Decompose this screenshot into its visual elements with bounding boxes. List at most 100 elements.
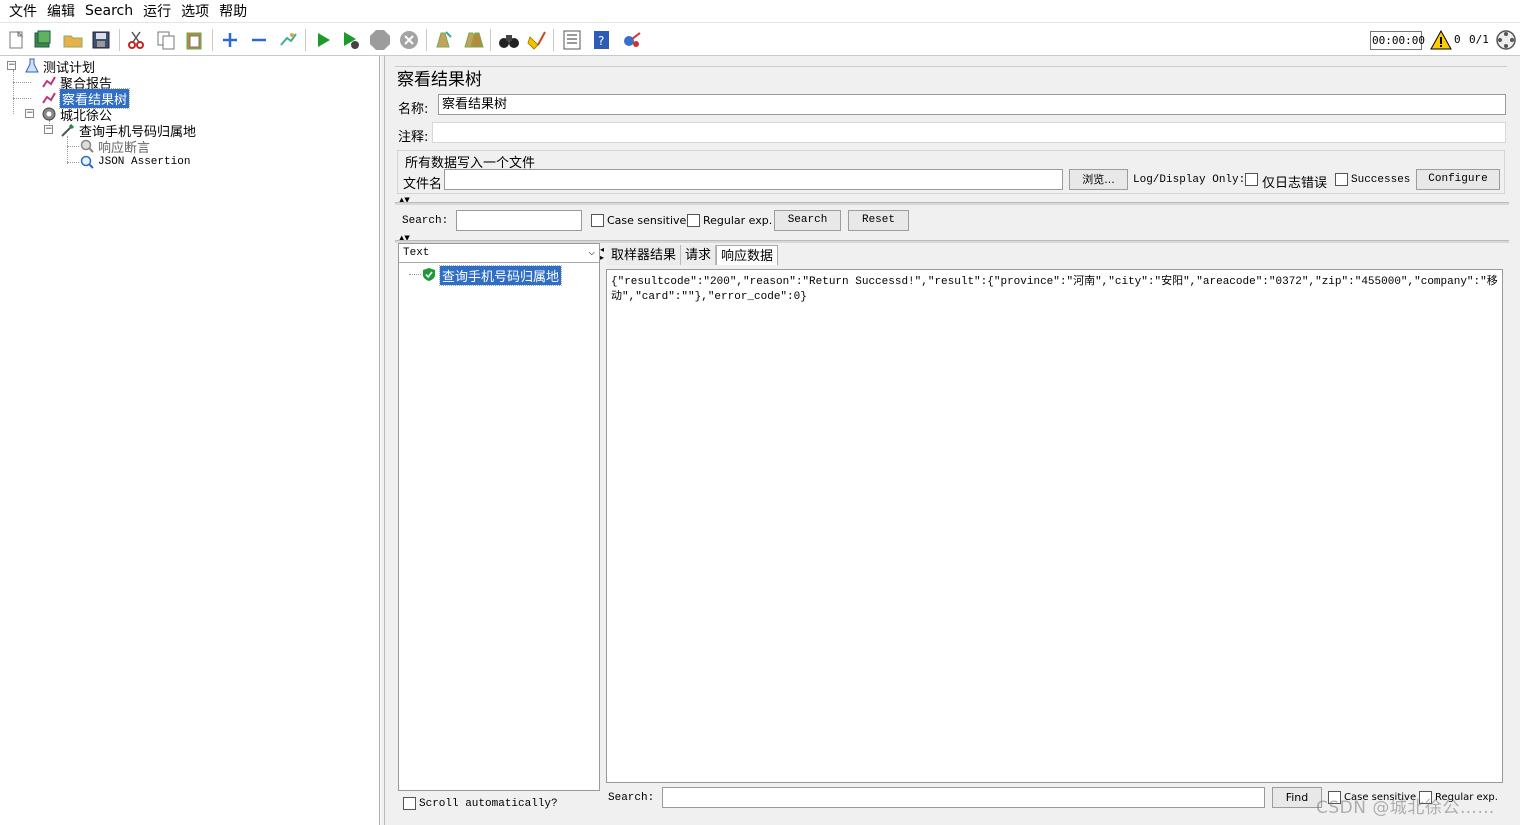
help-icon[interactable]: ?	[590, 28, 614, 52]
renderer-value: Text	[403, 247, 430, 259]
warning-count: 0	[1454, 33, 1461, 46]
regular-exp-label: Regular exp.	[703, 214, 773, 227]
menu-options[interactable]: 选项	[176, 1, 214, 21]
errors-only-label: 仅日志错误	[1262, 176, 1328, 191]
filename-label: 文件名	[403, 177, 443, 192]
toolbar-separator	[553, 29, 554, 51]
start-no-pauses-icon[interactable]	[339, 28, 363, 52]
case-sensitive-checkbox[interactable]	[591, 214, 604, 227]
clear-all-icon[interactable]	[461, 28, 485, 52]
configure-button[interactable]: Configure	[1416, 169, 1500, 190]
svg-text:?: ?	[598, 34, 604, 48]
binoculars-icon[interactable]	[497, 28, 521, 52]
errors-only-checkbox[interactable]	[1245, 173, 1258, 186]
menu-help[interactable]: 帮助	[214, 1, 252, 21]
menu-edit[interactable]: 编辑	[42, 1, 80, 21]
tree-node-json-assertion[interactable]: JSON Assertion	[79, 154, 190, 170]
tree-connector	[13, 82, 31, 83]
successes-checkbox[interactable]	[1335, 173, 1348, 186]
panel-title: 察看结果树	[395, 66, 1507, 92]
response-data-text[interactable]: {"resultcode":"200","reason":"Return Suc…	[606, 269, 1503, 783]
tree-connector	[67, 136, 68, 164]
horizontal-divider[interactable]	[395, 202, 1509, 205]
scroll-automatically-checkbox[interactable]	[403, 797, 416, 810]
graph-icon	[41, 74, 57, 90]
find-button[interactable]: Find	[1272, 787, 1322, 808]
search-input[interactable]	[456, 210, 582, 231]
save-icon[interactable]	[89, 28, 113, 52]
watermark: CSDN @城北徐公……	[1316, 798, 1495, 818]
open-icon[interactable]	[61, 28, 85, 52]
filename-field[interactable]	[444, 169, 1063, 190]
tab-response-data[interactable]: 响应数据	[716, 245, 779, 265]
success-shield-icon	[422, 267, 436, 286]
flask-icon	[24, 58, 40, 74]
magnifier-icon	[79, 138, 95, 154]
regular-exp-checkbox[interactable]	[687, 214, 700, 227]
result-tabs: 取样器结果 请求 响应数据	[607, 245, 779, 265]
reset-search-icon[interactable]	[525, 28, 549, 52]
toolbar-separator	[119, 29, 120, 51]
toggle-icon[interactable]	[276, 28, 300, 52]
tree-node-label: 响应断言	[98, 140, 151, 156]
tree-connector	[409, 274, 421, 275]
tree-node-response-assertion[interactable]: 响应断言	[79, 138, 151, 156]
tree-connector	[67, 162, 79, 163]
thread-ratio: 0/1	[1469, 33, 1489, 46]
tab-request[interactable]: 请求	[681, 245, 717, 265]
pipette-icon	[60, 122, 76, 138]
graph-icon	[41, 90, 57, 106]
start-icon[interactable]	[311, 28, 335, 52]
stop-icon[interactable]	[368, 28, 392, 52]
tree-collapse-toggle[interactable]: −	[44, 125, 53, 134]
split-arrows-icon[interactable]: ◂ ▸	[600, 246, 604, 262]
remote-icon[interactable]	[619, 28, 643, 52]
test-plan-tree: − 测试计划 聚合报告 察看结果树 − 城北徐公 − 查询手机号码归属地 响应断…	[0, 56, 380, 825]
toolbar: ? 00:00:00 0 0/1	[0, 22, 1520, 56]
gear-icon	[41, 106, 57, 122]
search-label: Search:	[402, 215, 449, 227]
results-list: Text ⌵ 查询手机号码归属地	[398, 243, 600, 791]
elapsed-timer: 00:00:00	[1370, 31, 1425, 50]
tree-connector	[13, 98, 31, 99]
status-indicator-icon	[1494, 28, 1518, 52]
scroll-automatically-label: Scroll automatically?	[419, 798, 558, 810]
toolbar-separator	[490, 29, 491, 51]
successes-label: Successes	[1351, 174, 1411, 186]
menu-bar: 文件 编辑 Search 运行 选项 帮助	[0, 0, 1520, 22]
sample-result-item[interactable]: 查询手机号码归属地	[438, 265, 563, 286]
name-label: 名称:	[398, 102, 429, 117]
cut-icon[interactable]	[124, 28, 148, 52]
menu-search[interactable]: Search	[80, 3, 138, 19]
new-icon[interactable]	[4, 28, 28, 52]
toolbar-separator	[212, 29, 213, 51]
renderer-select[interactable]: Text ⌵	[399, 244, 599, 263]
expand-icon[interactable]	[218, 28, 242, 52]
warning-icon[interactable]	[1429, 28, 1453, 52]
tree-collapse-toggle[interactable]: −	[25, 109, 34, 118]
function-helper-icon[interactable]	[560, 28, 584, 52]
clear-icon[interactable]	[431, 28, 455, 52]
search-button[interactable]: Search	[774, 210, 841, 231]
tab-sampler-result[interactable]: 取样器结果	[607, 245, 682, 265]
scroll-automatically-row: Scroll automatically?	[398, 793, 600, 815]
browse-button[interactable]: 浏览...	[1069, 169, 1128, 190]
tree-connector	[67, 146, 79, 147]
menu-file[interactable]: 文件	[4, 1, 42, 21]
reset-button[interactable]: Reset	[848, 210, 909, 231]
comment-field[interactable]	[432, 122, 1506, 143]
menu-run[interactable]: 运行	[138, 1, 176, 21]
tree-node-label: JSON Assertion	[98, 156, 191, 168]
paste-icon[interactable]	[182, 28, 206, 52]
templates-icon[interactable]	[31, 28, 55, 52]
collapse-icon[interactable]	[247, 28, 271, 52]
name-field[interactable]: 察看结果树	[438, 94, 1506, 115]
comment-label: 注释:	[398, 130, 429, 145]
magnifier-icon	[79, 154, 95, 170]
response-search-input[interactable]	[662, 787, 1265, 808]
shutdown-icon[interactable]	[397, 28, 421, 52]
case-sensitive-label: Case sensitive	[607, 214, 687, 227]
copy-icon[interactable]	[154, 28, 178, 52]
tree-collapse-toggle[interactable]: −	[7, 61, 16, 70]
toolbar-separator	[426, 29, 427, 51]
